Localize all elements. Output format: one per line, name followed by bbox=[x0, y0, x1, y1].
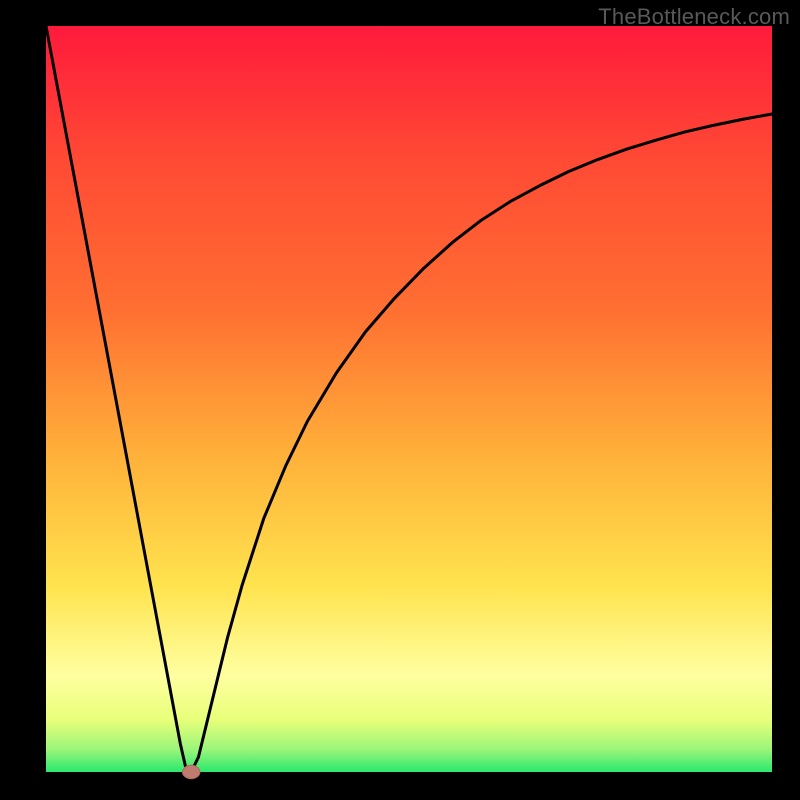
optimal-point-marker bbox=[182, 765, 199, 778]
chart-frame: { "watermark": "TheBottleneck.com", "col… bbox=[0, 0, 800, 800]
bottleneck-chart bbox=[0, 0, 800, 800]
watermark-text: TheBottleneck.com bbox=[598, 4, 790, 30]
